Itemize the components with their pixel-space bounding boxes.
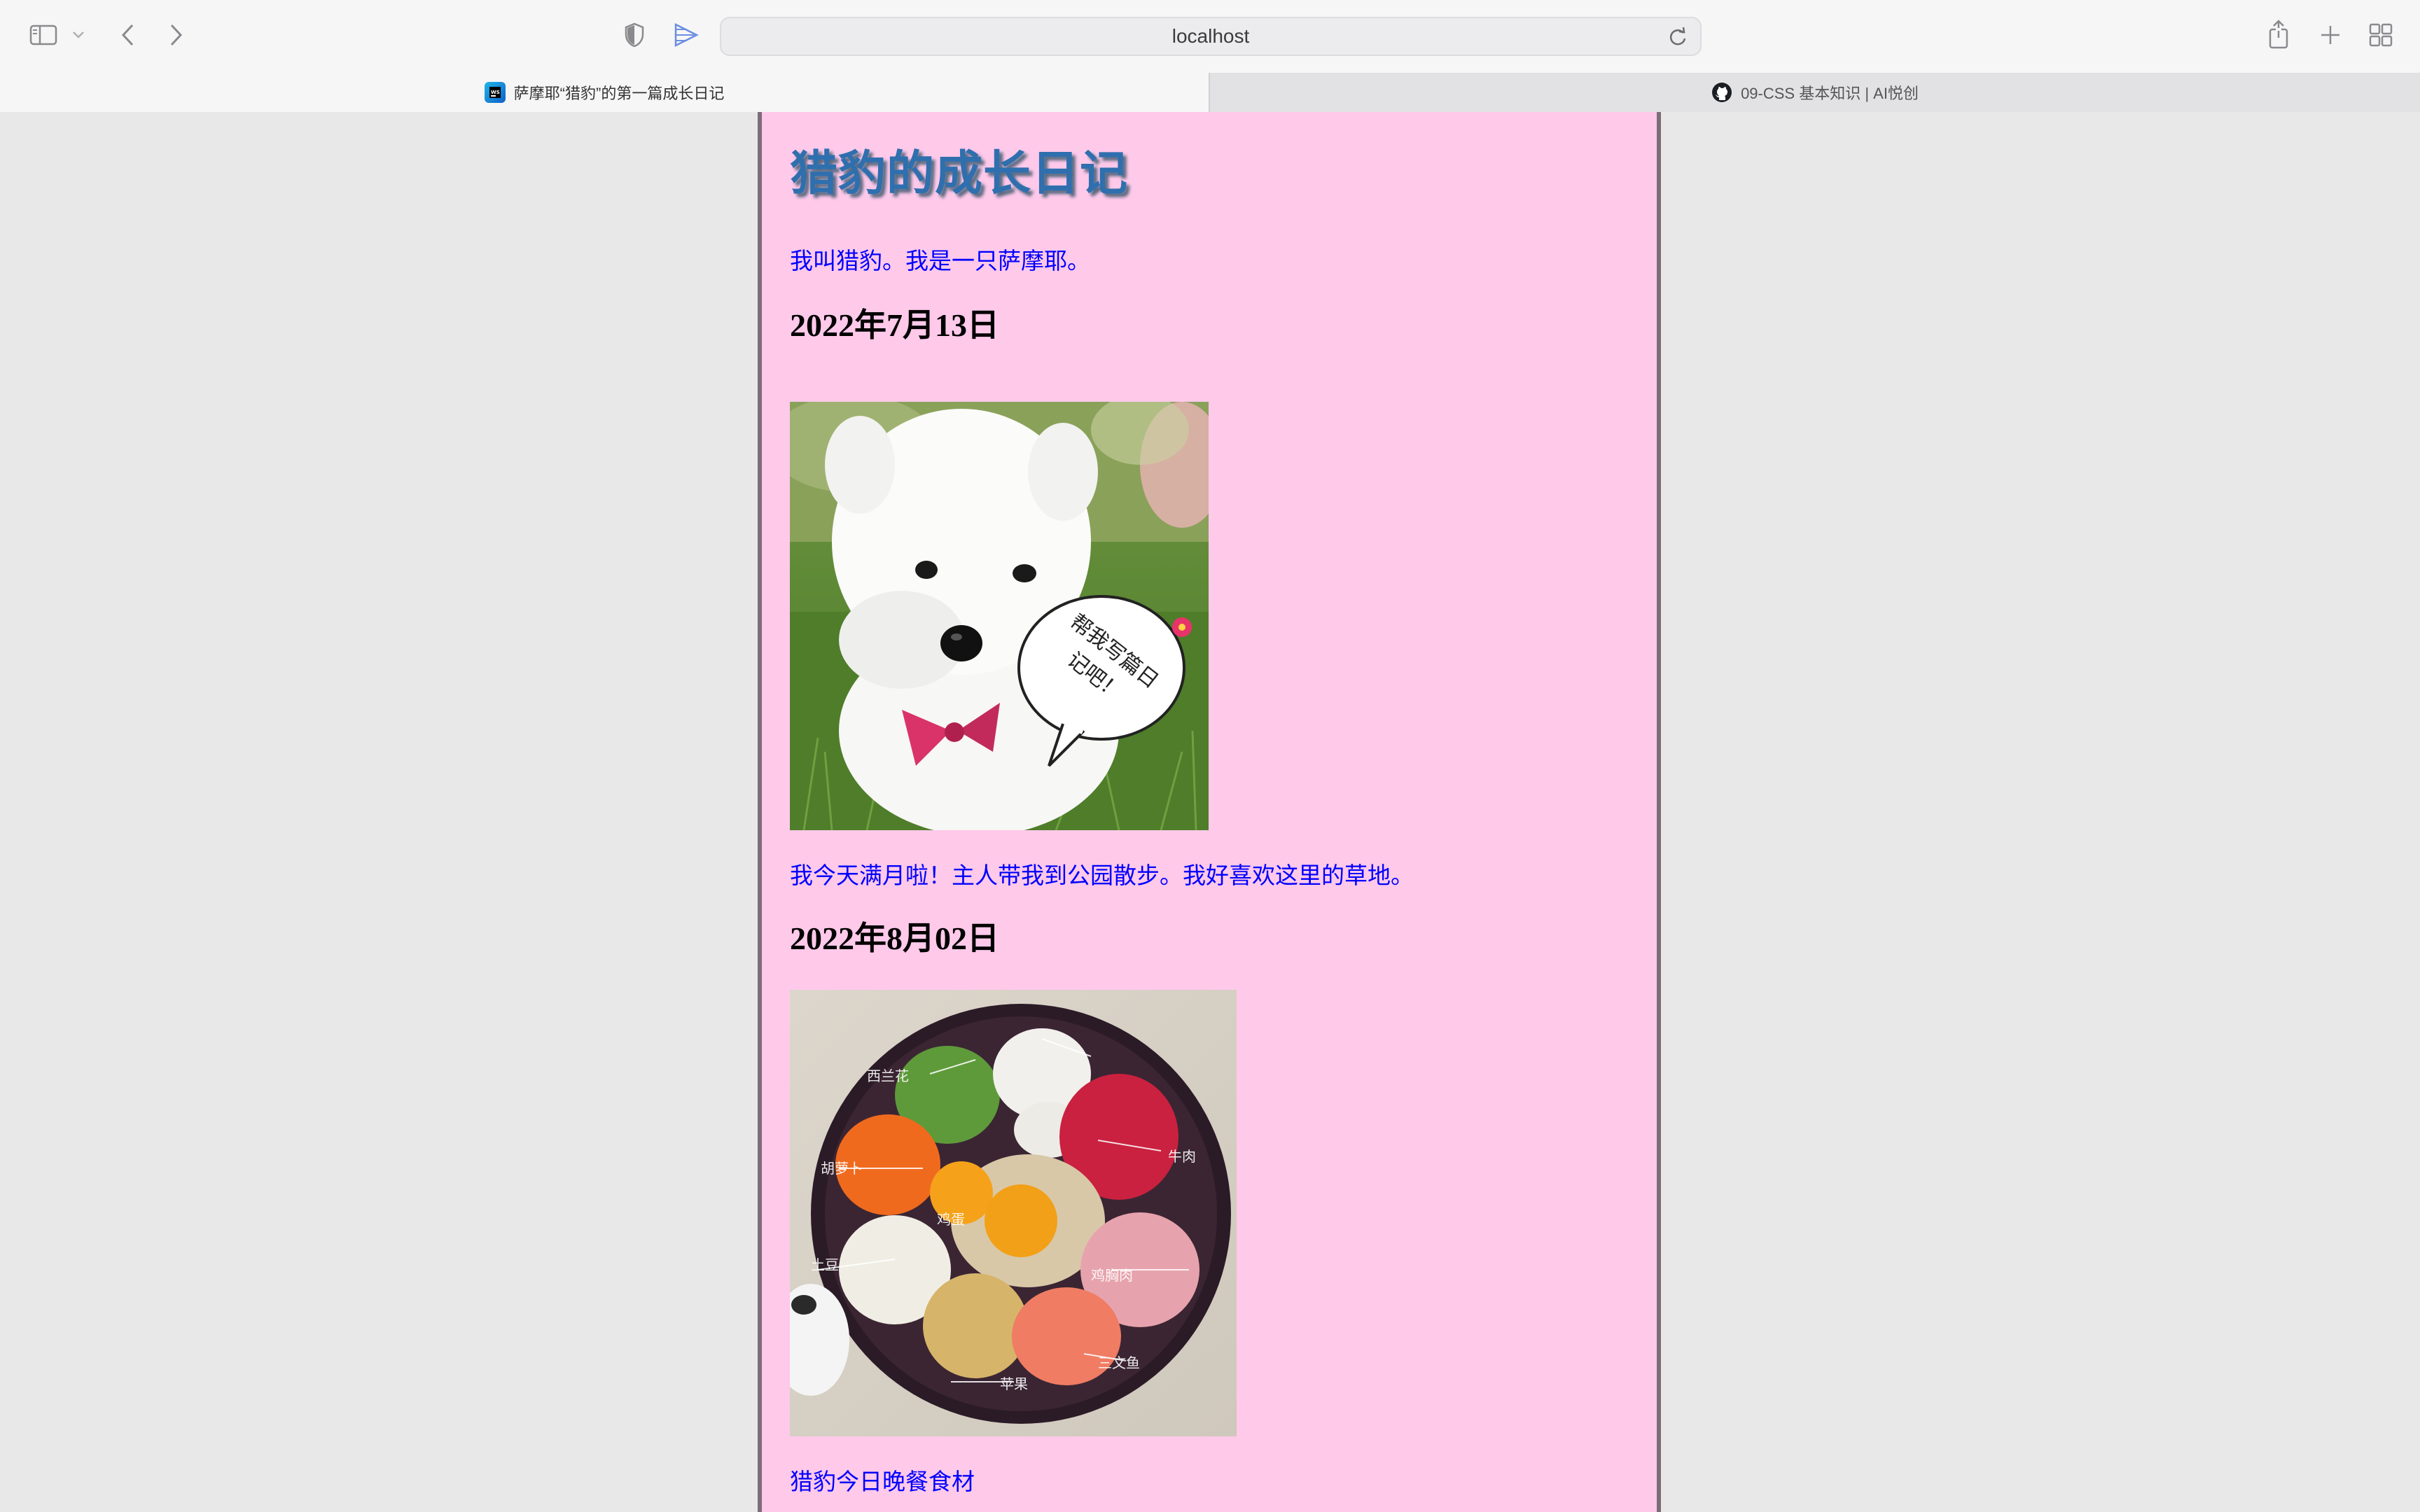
webstorm-favicon-icon: WS <box>484 82 506 103</box>
entry-date: 2022年8月02日 <box>790 920 999 956</box>
address-url: localhost <box>1171 25 1250 47</box>
entry-text: 我今天满月啦！主人带我到公园散步。我好喜欢这里的草地。 <box>790 864 1414 889</box>
intro-paragraph: 我叫猎豹。我是一只萨摩耶。 <box>790 249 1090 274</box>
forward-icon[interactable] <box>165 21 188 49</box>
address-bar[interactable]: localhost <box>720 17 1702 56</box>
tab-css-basics[interactable]: 09-CSS 基本知识 | AI悦创 <box>1209 73 2420 112</box>
food-label: 胡萝卜 <box>821 1160 863 1177</box>
food-label: 土豆 <box>811 1256 839 1273</box>
reload-icon[interactable] <box>1668 27 1688 51</box>
food-label: 鸡蛋 <box>937 1211 965 1228</box>
tab-bar: WS 萨摩耶“猎豹”的第一篇成长日记 09-CSS 基本知识 | AI悦创 <box>0 73 2420 112</box>
food-label: 鸡胸肉 <box>1091 1267 1133 1284</box>
food-plate-photo: 西兰花 鸡蛋 牛肉 胡萝卜 土豆 鸡胸肉 苹果 三文鱼 <box>790 990 1237 1436</box>
tab-samoyed-diary[interactable]: WS 萨摩耶“猎豹”的第一篇成长日记 <box>0 73 1209 112</box>
tab-title: 萨摩耶“猎豹”的第一篇成长日记 <box>513 85 725 102</box>
browser-toolbar: localhost <box>0 0 2420 73</box>
food-label: 牛肉 <box>1168 1148 1196 1165</box>
food-label: 西兰花 <box>867 1068 909 1084</box>
sidebar-toggle-icon[interactable] <box>28 22 59 48</box>
extension-icon[interactable] <box>672 21 700 49</box>
food-label: 苹果 <box>1000 1376 1028 1392</box>
page-title: 猎豹的成长日记 <box>790 147 1129 200</box>
github-icon <box>1711 82 1732 103</box>
food-label: 三文鱼 <box>1098 1354 1140 1371</box>
page-viewport[interactable]: 猎豹的成长日记 我叫猎豹。我是一只萨摩耶。 2022年7月13日 帮我写篇日 记… <box>0 112 2420 1512</box>
entry-text: 猎豹今日晚餐食材 <box>790 1470 975 1495</box>
entry-date: 2022年7月13日 <box>790 307 999 343</box>
tab-title: 09-CSS 基本知识 | AI悦创 <box>1741 85 1919 102</box>
page-container: 猎豹的成长日记 我叫猎豹。我是一只萨摩耶。 2022年7月13日 帮我写篇日 记… <box>758 112 1661 1512</box>
tab-overview-icon[interactable] <box>2367 21 2395 49</box>
new-tab-icon[interactable] <box>2316 21 2344 49</box>
puppy-photo: 帮我写篇日 记吧！ <box>790 402 1209 830</box>
privacy-shield-icon[interactable] <box>622 21 647 49</box>
svg-text:WS: WS <box>491 90 500 95</box>
share-icon[interactable] <box>2265 18 2293 50</box>
chevron-down-icon[interactable] <box>70 28 87 42</box>
back-icon[interactable] <box>116 21 139 49</box>
